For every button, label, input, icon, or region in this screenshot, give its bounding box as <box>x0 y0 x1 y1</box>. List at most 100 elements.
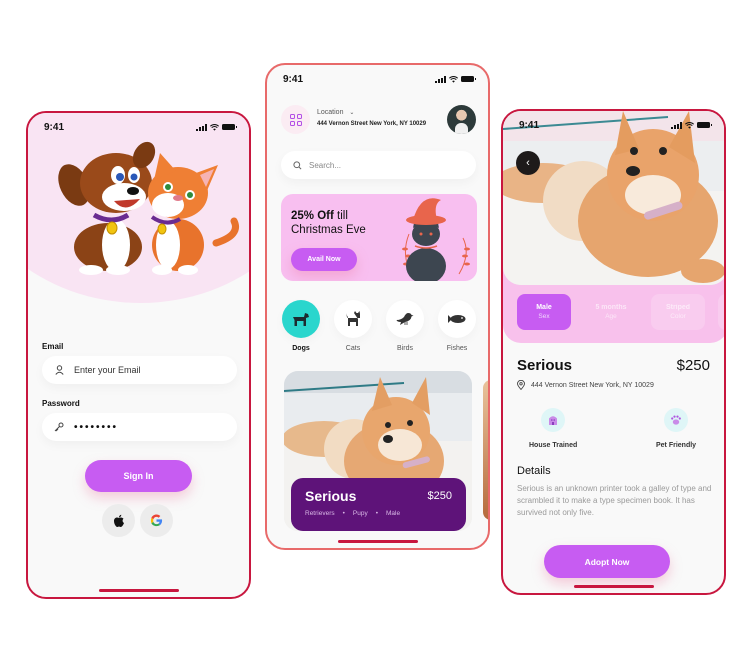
menu-grid-button[interactable] <box>281 105 310 134</box>
signal-icon <box>671 121 682 129</box>
category-dogs[interactable]: Dogs <box>281 300 321 352</box>
google-login-button[interactable] <box>140 504 173 537</box>
location-label: Location <box>317 109 344 116</box>
feature-house-trained: House Trained <box>529 408 577 449</box>
location-address: 444 Vernon Street New York, NY 10029 <box>317 121 427 127</box>
email-label: Email <box>42 342 64 351</box>
category-icon-wrap <box>282 300 320 338</box>
signal-icon <box>435 75 446 83</box>
category-label: Dogs <box>292 345 310 352</box>
feature-icon-wrap <box>541 408 566 432</box>
feature-icon-wrap <box>664 408 689 432</box>
pet-tag: Male <box>386 510 401 517</box>
home-screen: 9:41 Location ⌄ 444 Vernon Street New Yo… <box>265 63 490 550</box>
attribute-key: Sex <box>538 313 550 320</box>
pet-tag: Retrievers <box>305 510 335 517</box>
category-icon-wrap <box>438 300 476 338</box>
status-icons <box>671 121 712 129</box>
battery-icon <box>461 76 476 82</box>
house-icon <box>549 416 558 425</box>
category-label: Fishes <box>446 345 468 352</box>
promo-banner: 25% Off till Christmas Eve Avail Now <box>281 194 477 281</box>
avail-now-button[interactable]: Avail Now <box>291 248 357 271</box>
search-input[interactable]: Search... <box>281 151 476 179</box>
location-pin-icon <box>517 380 525 390</box>
login-screen: 9:41 Email Enter your Email Password •••… <box>26 111 251 599</box>
details-text: Serious is an unknown printer took a gal… <box>517 484 712 517</box>
cat-icon <box>346 311 360 326</box>
back-button[interactable]: ‹ <box>516 151 540 175</box>
details-heading: Details <box>517 465 551 477</box>
attribute-sex[interactable]: Male Sex <box>517 294 571 330</box>
grid-icon-cell <box>289 113 295 119</box>
attribute-age[interactable]: 5 months Age <box>584 294 638 330</box>
pet-detail-screen: 9:41 ‹ Male Sex 5 months Age Striped Col… <box>501 109 726 595</box>
avatar[interactable] <box>447 105 476 134</box>
category-icon-wrap <box>334 300 372 338</box>
pet-tags: Retrievers • Pupy • Male <box>305 510 452 517</box>
category-birds[interactable]: Birds <box>385 300 425 352</box>
category-list: Dogs Cats Birds Fishes <box>281 300 477 352</box>
search-placeholder: Search... <box>309 160 342 170</box>
attribute-list: Male Sex 5 months Age Striped Color 1 We <box>517 294 724 330</box>
grid-icon-cell <box>296 120 302 126</box>
status-time: 9:41 <box>283 73 304 85</box>
promo-title-bold: 25% Off <box>291 210 334 222</box>
promo-title-line2: Christmas Eve <box>291 224 366 236</box>
category-fishes[interactable]: Fishes <box>437 300 477 352</box>
home-indicator <box>573 585 654 588</box>
user-icon <box>54 365 64 375</box>
attribute-key: Age <box>605 313 617 320</box>
dog-and-cat-illustration <box>58 141 239 275</box>
tag-separator: • <box>342 510 345 517</box>
sign-in-button[interactable]: Sign In <box>85 460 192 492</box>
apple-icon <box>113 514 124 527</box>
google-icon <box>150 514 163 527</box>
category-cats[interactable]: Cats <box>333 300 373 352</box>
signal-icon <box>196 123 207 131</box>
paw-icon <box>671 415 681 425</box>
battery-icon <box>697 122 712 128</box>
pet-price: $250 <box>427 490 452 502</box>
email-placeholder: Enter your Email <box>74 365 141 375</box>
search-icon <box>293 160 302 169</box>
status-time: 9:41 <box>519 119 540 131</box>
feature-pet-friendly: Pet Friendly <box>656 408 696 449</box>
grid-icon-cell <box>296 113 302 119</box>
wifi-icon <box>210 123 219 131</box>
status-icons <box>435 75 476 83</box>
category-label: Birds <box>397 345 413 352</box>
wifi-icon <box>449 75 458 83</box>
tag-separator: • <box>375 510 379 517</box>
next-pet-card-peek[interactable] <box>483 380 488 520</box>
key-icon <box>54 422 64 432</box>
status-bar: 9:41 <box>267 65 488 93</box>
pet-price: $250 <box>676 357 710 374</box>
battery-icon <box>222 124 237 130</box>
witch-cat-illustration <box>402 198 470 281</box>
password-value: •••••••• <box>74 421 119 433</box>
password-field[interactable]: •••••••• <box>42 413 237 441</box>
feature-label: Pet Friendly <box>656 442 697 449</box>
apple-login-button[interactable] <box>102 504 135 537</box>
pet-tag: Pupy <box>352 510 368 517</box>
category-icon-wrap <box>386 300 424 338</box>
attribute-value: 5 months <box>595 304 627 311</box>
pet-name: Serious <box>517 357 573 374</box>
promo-title-rest: till <box>333 210 348 222</box>
attribute-key: Color <box>670 313 686 320</box>
pet-address-text: 444 Vernon Street New York, NY 10029 <box>531 381 654 389</box>
home-indicator <box>337 540 418 543</box>
grid-icon-cell <box>289 120 295 126</box>
featured-pet-info[interactable]: Serious $250 Retrievers • Pupy • Male <box>291 478 466 531</box>
location-selector[interactable]: Location ⌄ <box>317 109 354 116</box>
attribute-value: Striped <box>665 304 691 311</box>
attribute-weight[interactable]: 1 We <box>718 294 724 330</box>
bird-icon <box>396 313 414 325</box>
adopt-now-button[interactable]: Adopt Now <box>544 545 670 578</box>
email-field[interactable]: Enter your Email <box>42 356 237 384</box>
chevron-left-icon: ‹ <box>526 157 530 169</box>
feature-label: House Trained <box>529 442 578 449</box>
attribute-color[interactable]: Striped Color <box>651 294 705 330</box>
wifi-icon <box>685 121 694 129</box>
